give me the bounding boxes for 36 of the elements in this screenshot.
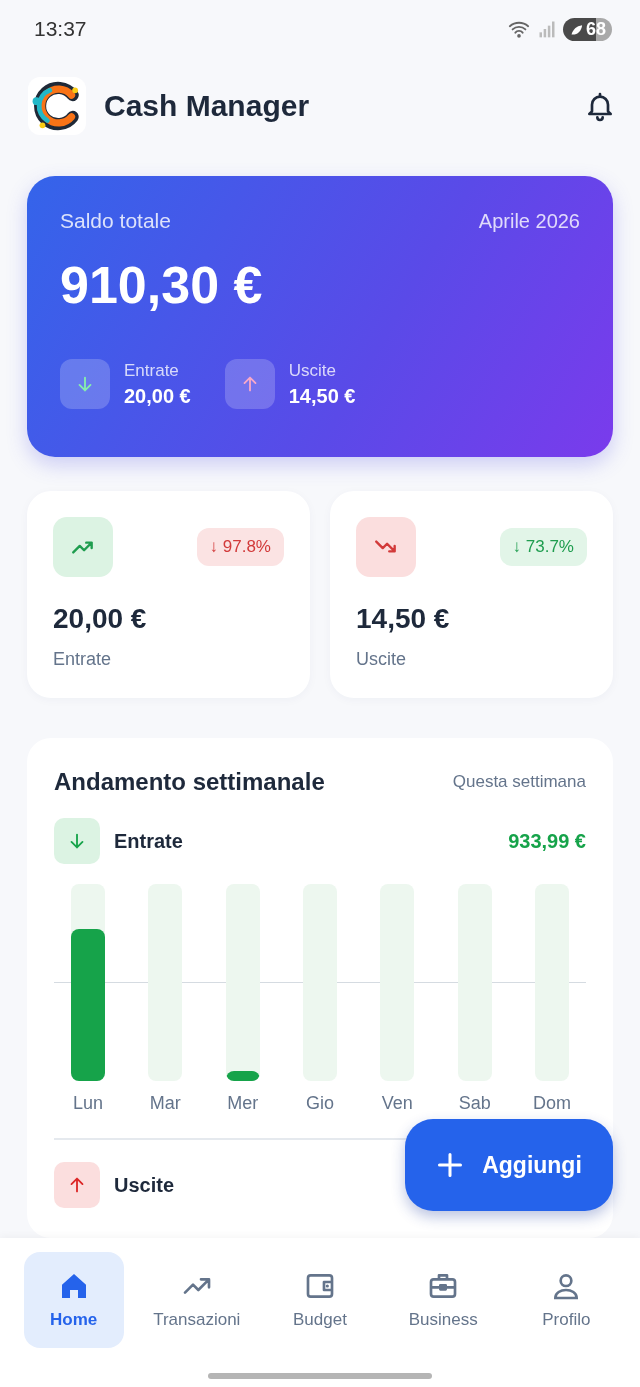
balance-label: Saldo totale [60, 209, 171, 233]
card-title: Andamento settimanale [54, 768, 325, 796]
stat-label: Uscite [356, 649, 407, 670]
flow-label: Uscite [288, 360, 337, 381]
add-button[interactable]: Aggiungi [405, 1119, 613, 1211]
clock-time: 13:37 [34, 17, 87, 41]
section-total: 933,99 € [508, 829, 586, 853]
change-badge: ↓ 97.8% [196, 528, 284, 566]
nav-tab[interactable]: Business [393, 1252, 494, 1348]
nav-tab[interactable]: Profilo [516, 1252, 617, 1348]
flow-label: Entrate [124, 360, 180, 381]
stat-amount: 14,50 € [356, 603, 451, 635]
nav-tab[interactable]: Budget [269, 1252, 370, 1348]
battery-level: 68 [585, 18, 606, 40]
nav-tab[interactable]: Transazioni [146, 1252, 247, 1348]
day-label: Mar [149, 1093, 181, 1114]
flow-amount: 20,00 € [124, 384, 191, 408]
stat-label: Entrate [53, 649, 113, 670]
day-label: Sab [458, 1093, 491, 1114]
app-title: Cash Manager [104, 89, 311, 123]
day-label: Lun [72, 1093, 103, 1114]
day-label: Ven [381, 1093, 413, 1114]
period-label: Aprile 2026 [478, 209, 580, 233]
plus-icon [436, 1151, 465, 1179]
flow-amount: 14,50 € [288, 384, 356, 408]
period-label: Questa settimana [452, 772, 586, 792]
nav-tab[interactable]: Home [23, 1252, 124, 1348]
section-label: Uscite [114, 1173, 176, 1197]
day-label: Gio [305, 1093, 334, 1114]
day-label: Mer [227, 1093, 259, 1114]
change-badge: ↓ 73.7% [499, 528, 587, 566]
stat-amount: 20,00 € [53, 603, 148, 635]
section-label: Entrate [114, 829, 184, 853]
logo-icon [28, 77, 86, 135]
balance-amount: 910,30 € [60, 255, 264, 315]
day-label: Dom [532, 1093, 571, 1114]
